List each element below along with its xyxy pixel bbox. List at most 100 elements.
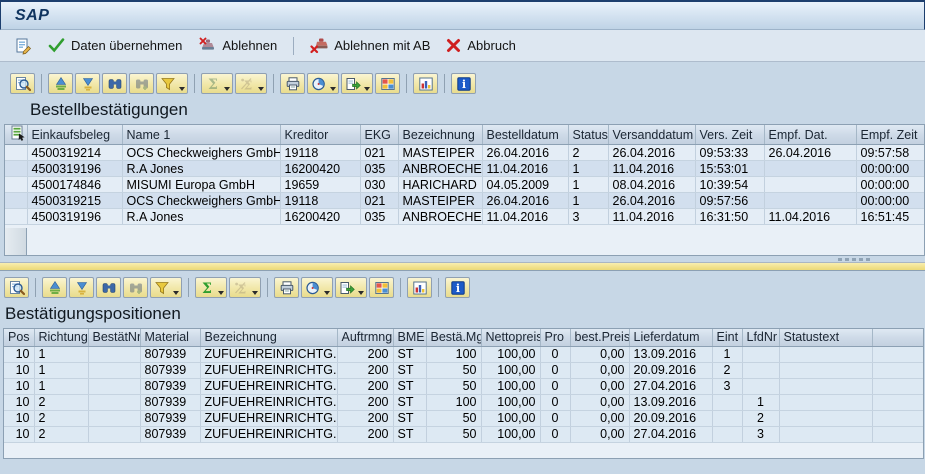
- select-all-button[interactable]: [5, 125, 28, 145]
- column-header[interactable]: Empf. Zeit: [856, 125, 924, 145]
- cell[interactable]: 4500319196: [27, 208, 123, 225]
- cell[interactable]: [712, 410, 743, 427]
- cell[interactable]: 0: [540, 362, 571, 379]
- cell[interactable]: 50: [426, 378, 482, 395]
- reject-with-ab-button[interactable]: Ablehnen mit AB: [302, 34, 438, 57]
- cell[interactable]: 3: [742, 426, 780, 443]
- column-header[interactable]: best.Preis: [570, 329, 630, 347]
- cell[interactable]: 20.09.2016: [629, 410, 713, 427]
- cell[interactable]: 1: [568, 160, 609, 177]
- cell[interactable]: [88, 346, 141, 363]
- cell[interactable]: 3: [712, 378, 743, 395]
- cell[interactable]: [712, 426, 743, 443]
- cell[interactable]: 19118: [280, 192, 361, 209]
- cell[interactable]: ST: [393, 346, 427, 363]
- cell[interactable]: 0: [540, 394, 571, 411]
- row-selector[interactable]: [5, 192, 28, 209]
- cell[interactable]: [88, 362, 141, 379]
- choose-detail-button[interactable]: [4, 277, 29, 298]
- cell[interactable]: 50: [426, 410, 482, 427]
- cell[interactable]: ZUFUEHREINRICHTG.: [200, 410, 338, 427]
- cell[interactable]: 20.09.2016: [629, 362, 713, 379]
- cell[interactable]: 100,00: [481, 362, 541, 379]
- cell[interactable]: 19659: [280, 176, 361, 193]
- row-selector[interactable]: [5, 160, 28, 177]
- cell[interactable]: 200: [337, 426, 394, 443]
- cell[interactable]: 11.04.2016: [482, 160, 569, 177]
- subtotal-button[interactable]: Σ: [229, 277, 261, 298]
- cell[interactable]: 807939: [140, 378, 201, 395]
- cell[interactable]: [88, 426, 141, 443]
- sort-descending-button[interactable]: [75, 73, 100, 94]
- cell[interactable]: 807939: [140, 426, 201, 443]
- cell[interactable]: 021: [360, 144, 399, 161]
- filter-button[interactable]: [150, 277, 182, 298]
- cell[interactable]: 0,00: [570, 378, 630, 395]
- views-button[interactable]: [307, 73, 339, 94]
- cell[interactable]: 200: [337, 362, 394, 379]
- cell[interactable]: 0,00: [570, 394, 630, 411]
- cell[interactable]: 10: [4, 394, 35, 411]
- cell[interactable]: 09:57:58: [856, 144, 924, 161]
- cell[interactable]: 0,00: [570, 426, 630, 443]
- cell[interactable]: 2: [568, 144, 609, 161]
- cell[interactable]: 100,00: [481, 394, 541, 411]
- cell[interactable]: 1: [742, 394, 780, 411]
- row-selector[interactable]: [5, 176, 28, 193]
- cell[interactable]: [779, 346, 873, 363]
- sort-descending-button[interactable]: [69, 277, 94, 298]
- column-header[interactable]: Auftrmng: [337, 329, 394, 347]
- column-header[interactable]: LfdNr: [742, 329, 780, 347]
- cell[interactable]: 16200420: [280, 160, 361, 177]
- cell[interactable]: 16:51:45: [856, 208, 924, 225]
- cell[interactable]: ST: [393, 378, 427, 395]
- choose-detail-button[interactable]: [10, 73, 35, 94]
- find-next-button[interactable]: [129, 73, 154, 94]
- cell[interactable]: 4500319214: [27, 144, 123, 161]
- cell[interactable]: 10: [4, 362, 35, 379]
- cell[interactable]: 807939: [140, 362, 201, 379]
- cell[interactable]: 26.04.2016: [608, 192, 696, 209]
- cell[interactable]: 4500319196: [27, 160, 123, 177]
- cell[interactable]: 807939: [140, 410, 201, 427]
- cell[interactable]: ZUFUEHREINRICHTG.: [200, 346, 338, 363]
- cell[interactable]: 10: [4, 410, 35, 427]
- graphic-button[interactable]: [407, 277, 432, 298]
- cell[interactable]: 0: [540, 346, 571, 363]
- cell[interactable]: 00:00:00: [856, 192, 924, 209]
- layout-button[interactable]: [375, 73, 400, 94]
- views-button[interactable]: [301, 277, 333, 298]
- cell[interactable]: 100,00: [481, 346, 541, 363]
- cell[interactable]: 1: [568, 192, 609, 209]
- column-header[interactable]: Bezeichnung: [398, 125, 483, 145]
- column-header[interactable]: Bezeichnung: [200, 329, 338, 347]
- cell[interactable]: 13.09.2016: [629, 394, 713, 411]
- cell[interactable]: 200: [337, 378, 394, 395]
- info-button[interactable]: i: [445, 277, 470, 298]
- cell[interactable]: [88, 410, 141, 427]
- find-button[interactable]: [102, 73, 127, 94]
- cell[interactable]: [779, 426, 873, 443]
- cell[interactable]: 1: [34, 362, 89, 379]
- cell[interactable]: 13.09.2016: [629, 346, 713, 363]
- cell[interactable]: OCS Checkweighers GmbH: [122, 144, 281, 161]
- cell[interactable]: [88, 394, 141, 411]
- cell[interactable]: 2: [712, 362, 743, 379]
- subtotal-button[interactable]: Σ: [235, 73, 267, 94]
- column-header[interactable]: Name 1: [122, 125, 281, 145]
- column-header[interactable]: Pos: [4, 329, 35, 347]
- cell[interactable]: 200: [337, 410, 394, 427]
- cell[interactable]: R.A Jones: [122, 160, 281, 177]
- cell[interactable]: 0: [540, 426, 571, 443]
- cell[interactable]: [764, 192, 857, 209]
- cell[interactable]: R.A Jones: [122, 208, 281, 225]
- cell[interactable]: 4500319215: [27, 192, 123, 209]
- cell[interactable]: 2: [34, 410, 89, 427]
- cell[interactable]: 08.04.2016: [608, 176, 696, 193]
- cell[interactable]: 27.04.2016: [629, 378, 713, 395]
- cell[interactable]: 200: [337, 394, 394, 411]
- cell[interactable]: 200: [337, 346, 394, 363]
- cell[interactable]: 10:39:54: [695, 176, 765, 193]
- cell[interactable]: 100: [426, 346, 482, 363]
- cell[interactable]: 1: [34, 378, 89, 395]
